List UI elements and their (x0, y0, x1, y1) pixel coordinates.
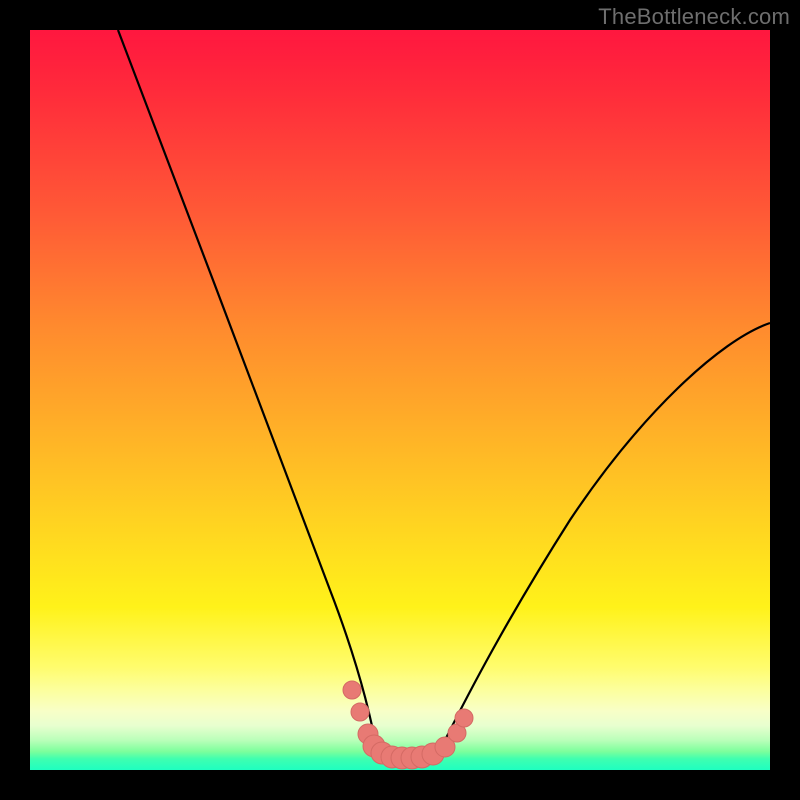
chart-frame: TheBottleneck.com (0, 0, 800, 800)
plot-area (30, 30, 770, 770)
right-curve (437, 323, 770, 756)
chart-svg (30, 30, 770, 770)
watermark-text: TheBottleneck.com (598, 4, 790, 30)
valley-markers (343, 681, 473, 769)
left-curve (118, 30, 378, 756)
